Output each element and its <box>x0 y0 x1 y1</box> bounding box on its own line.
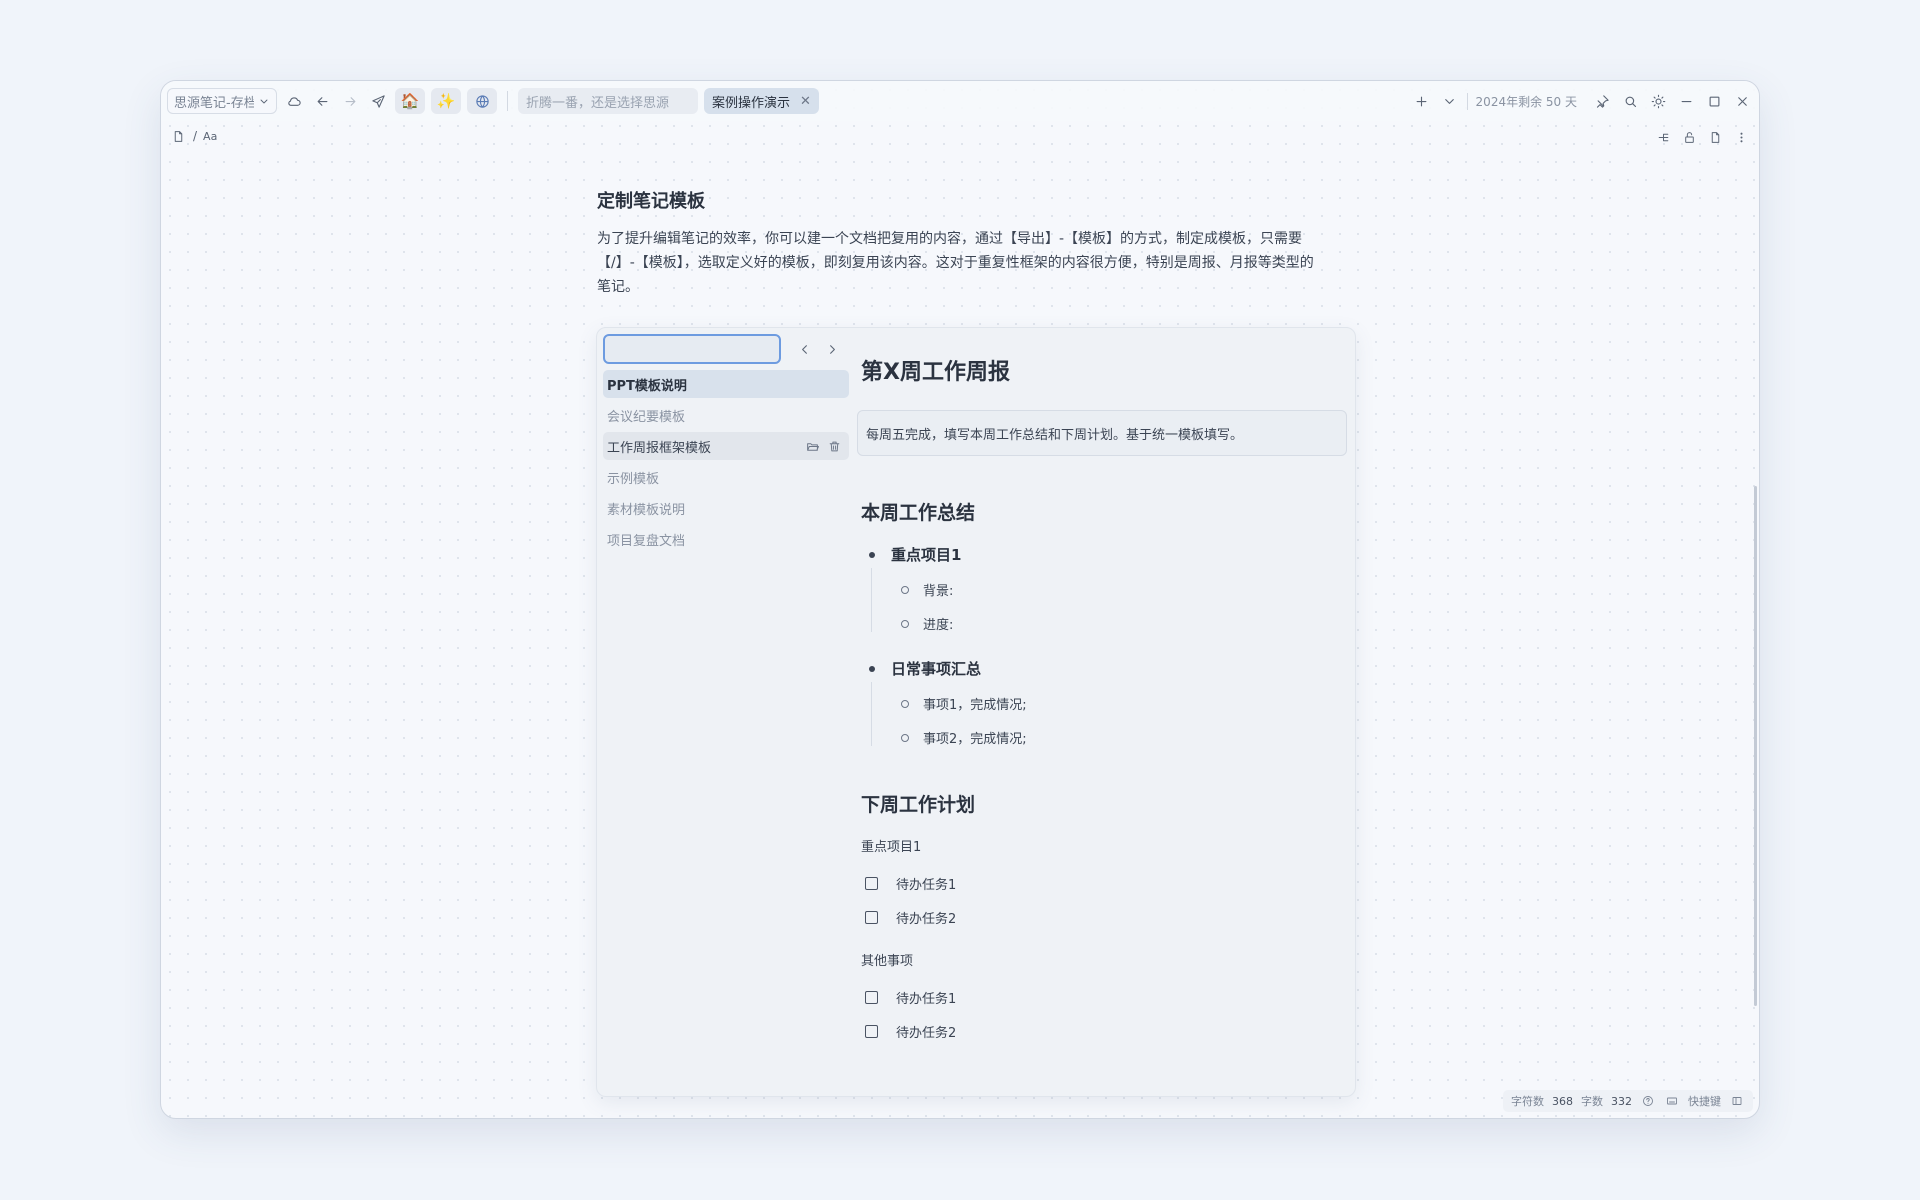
breadcrumb-separator: / <box>193 129 198 143</box>
top-toolbar: 思源笔记-存档 🏠 ✨ 折腾一番，还是选择思源 案例操作演示 ✕ 2024年剩余… <box>161 81 1759 121</box>
breadcrumb: / Aa <box>169 127 217 145</box>
notebook-select[interactable]: 思源笔记-存档 <box>167 88 277 114</box>
preview-sub-item: 进度: <box>901 614 953 633</box>
list-guide-line <box>871 682 872 746</box>
preview-sub-item: 背景: <box>901 580 953 599</box>
preview-task-label: 待办任务1 <box>896 992 957 1007</box>
tab-label: 案例操作演示 <box>712 95 791 111</box>
home-icon[interactable]: 🏠 <box>395 88 425 114</box>
preview-title: 第X周工作周报 <box>861 360 1010 385</box>
template-list: PPT模板说明 会议纪要模板 工作周报框架模板 示例模板 素材模板说明 项目复盘… <box>603 334 849 556</box>
close-icon[interactable] <box>1731 90 1753 112</box>
days-remaining: 2024年剩余 50 天 <box>1466 92 1585 110</box>
template-item-label: 会议纪要模板 <box>607 409 686 425</box>
template-item[interactable]: 会议纪要模板 <box>603 401 849 429</box>
char-count-value: 368 <box>1552 1094 1573 1108</box>
template-item-label: 示例模板 <box>607 471 660 487</box>
shortcuts-label[interactable]: 快捷键 <box>1688 1093 1721 1109</box>
globe-icon[interactable] <box>467 88 497 114</box>
preview-sub-item: 事项2，完成情况; <box>901 728 1027 747</box>
template-picker-panel: PPT模板说明 会议纪要模板 工作周报框架模板 示例模板 素材模板说明 项目复盘… <box>596 327 1356 1097</box>
sparkle-icon[interactable]: ✨ <box>431 88 461 114</box>
font-settings-label[interactable]: Aa <box>203 130 217 143</box>
send-icon[interactable] <box>367 90 389 112</box>
preview-callout: 每周五完成，填写本周工作总结和下周计划。基于统一模板填写。 <box>857 410 1347 456</box>
unlock-icon[interactable] <box>1679 127 1699 147</box>
template-item[interactable]: PPT模板说明 <box>603 370 849 398</box>
list-guide-line <box>871 568 872 632</box>
char-count-label: 字符数 <box>1511 1095 1544 1108</box>
document-icon[interactable] <box>1705 127 1725 147</box>
checkbox-icon <box>865 911 878 924</box>
document-body: 定制笔记模板 为了提升编辑笔记的效率，你可以建一个文档把复用的内容，通过【导出】… <box>597 187 1327 299</box>
chevron-right-icon[interactable] <box>821 338 843 360</box>
template-item-label: PPT模板说明 <box>607 378 687 394</box>
word-count-value: 332 <box>1611 1094 1632 1108</box>
chevron-down-icon[interactable] <box>1439 90 1461 112</box>
file-icon[interactable] <box>169 127 187 145</box>
preview-task: 待办任务2 <box>865 1022 956 1041</box>
checkbox-icon <box>865 1025 878 1038</box>
template-item[interactable]: 示例模板 <box>603 463 849 491</box>
search-icon[interactable] <box>1619 90 1641 112</box>
word-count-label: 字数 <box>1581 1095 1603 1108</box>
more-vertical-icon[interactable] <box>1731 127 1751 147</box>
app-window: 思源笔记-存档 🏠 ✨ 折腾一番，还是选择思源 案例操作演示 ✕ 2024年剩余… <box>160 80 1760 1119</box>
help-icon[interactable] <box>1640 1093 1656 1109</box>
preview-plan-subtitle: 重点项目1 <box>861 840 922 855</box>
doc-paragraph: 为了提升编辑笔记的效率，你可以建一个文档把复用的内容，通过【导出】-【模板】的方… <box>597 231 1314 295</box>
template-item-label: 素材模板说明 <box>607 502 686 518</box>
preview-task: 待办任务1 <box>865 874 956 893</box>
forward-arrow-icon[interactable] <box>339 90 361 112</box>
preview-task-label: 待办任务2 <box>896 1026 957 1041</box>
preview-task: 待办任务2 <box>865 908 956 927</box>
doc-actions <box>1653 127 1751 147</box>
chevron-left-icon[interactable] <box>793 338 815 360</box>
template-search-input[interactable] <box>603 334 781 364</box>
folder-open-icon[interactable] <box>801 435 823 457</box>
minimize-icon[interactable] <box>1675 90 1697 112</box>
template-item[interactable]: 素材模板说明 <box>603 494 849 522</box>
doc-heading: 定制笔记模板 <box>597 191 705 212</box>
preview-task: 待办任务1 <box>865 988 956 1007</box>
pin-icon[interactable] <box>1591 90 1613 112</box>
tab-case-demo[interactable]: 案例操作演示 ✕ <box>704 88 819 114</box>
preview-plan-heading: 下周工作计划 <box>861 794 976 816</box>
preview-list-item: 日常事项汇总 <box>869 658 981 679</box>
template-item-label: 项目复盘文档 <box>607 533 686 549</box>
preview-task-label: 待办任务1 <box>896 878 957 893</box>
status-bar: 字符数 368 字数 332 快捷键 <box>1503 1090 1753 1112</box>
close-tab-icon[interactable]: ✕ <box>800 94 811 109</box>
trash-icon[interactable] <box>823 435 845 457</box>
maximize-icon[interactable] <box>1703 90 1725 112</box>
checkbox-icon <box>865 991 878 1004</box>
plus-icon[interactable] <box>1411 90 1433 112</box>
preview-sub-item: 事项1，完成情况; <box>901 694 1027 713</box>
template-item-label: 工作周报框架模板 <box>607 440 712 456</box>
back-arrow-icon[interactable] <box>311 90 333 112</box>
cloud-icon[interactable] <box>283 90 305 112</box>
preview-summary-heading: 本周工作总结 <box>861 502 976 524</box>
ai-prompt-input[interactable]: 折腾一番，还是选择思源 <box>518 88 698 114</box>
template-item[interactable]: 工作周报框架模板 <box>603 432 849 460</box>
sun-icon[interactable] <box>1647 90 1669 112</box>
checkbox-icon <box>865 877 878 890</box>
keyboard-icon[interactable] <box>1664 1093 1680 1109</box>
preview-plan-subtitle: 其他事项 <box>861 954 914 969</box>
chevron-down-icon <box>258 95 270 107</box>
template-item[interactable]: 项目复盘文档 <box>603 525 849 553</box>
outline-icon[interactable] <box>1653 127 1673 147</box>
preview-task-label: 待办任务2 <box>896 912 957 927</box>
preview-list-item: 重点项目1 <box>869 544 961 565</box>
vertical-scrollbar[interactable] <box>1754 486 1757 1006</box>
notebook-select-label: 思源笔记-存档 <box>174 95 254 111</box>
template-search-row <box>603 334 849 364</box>
sidebar-toggle-icon[interactable] <box>1729 1093 1745 1109</box>
toolbar-divider <box>507 91 508 111</box>
